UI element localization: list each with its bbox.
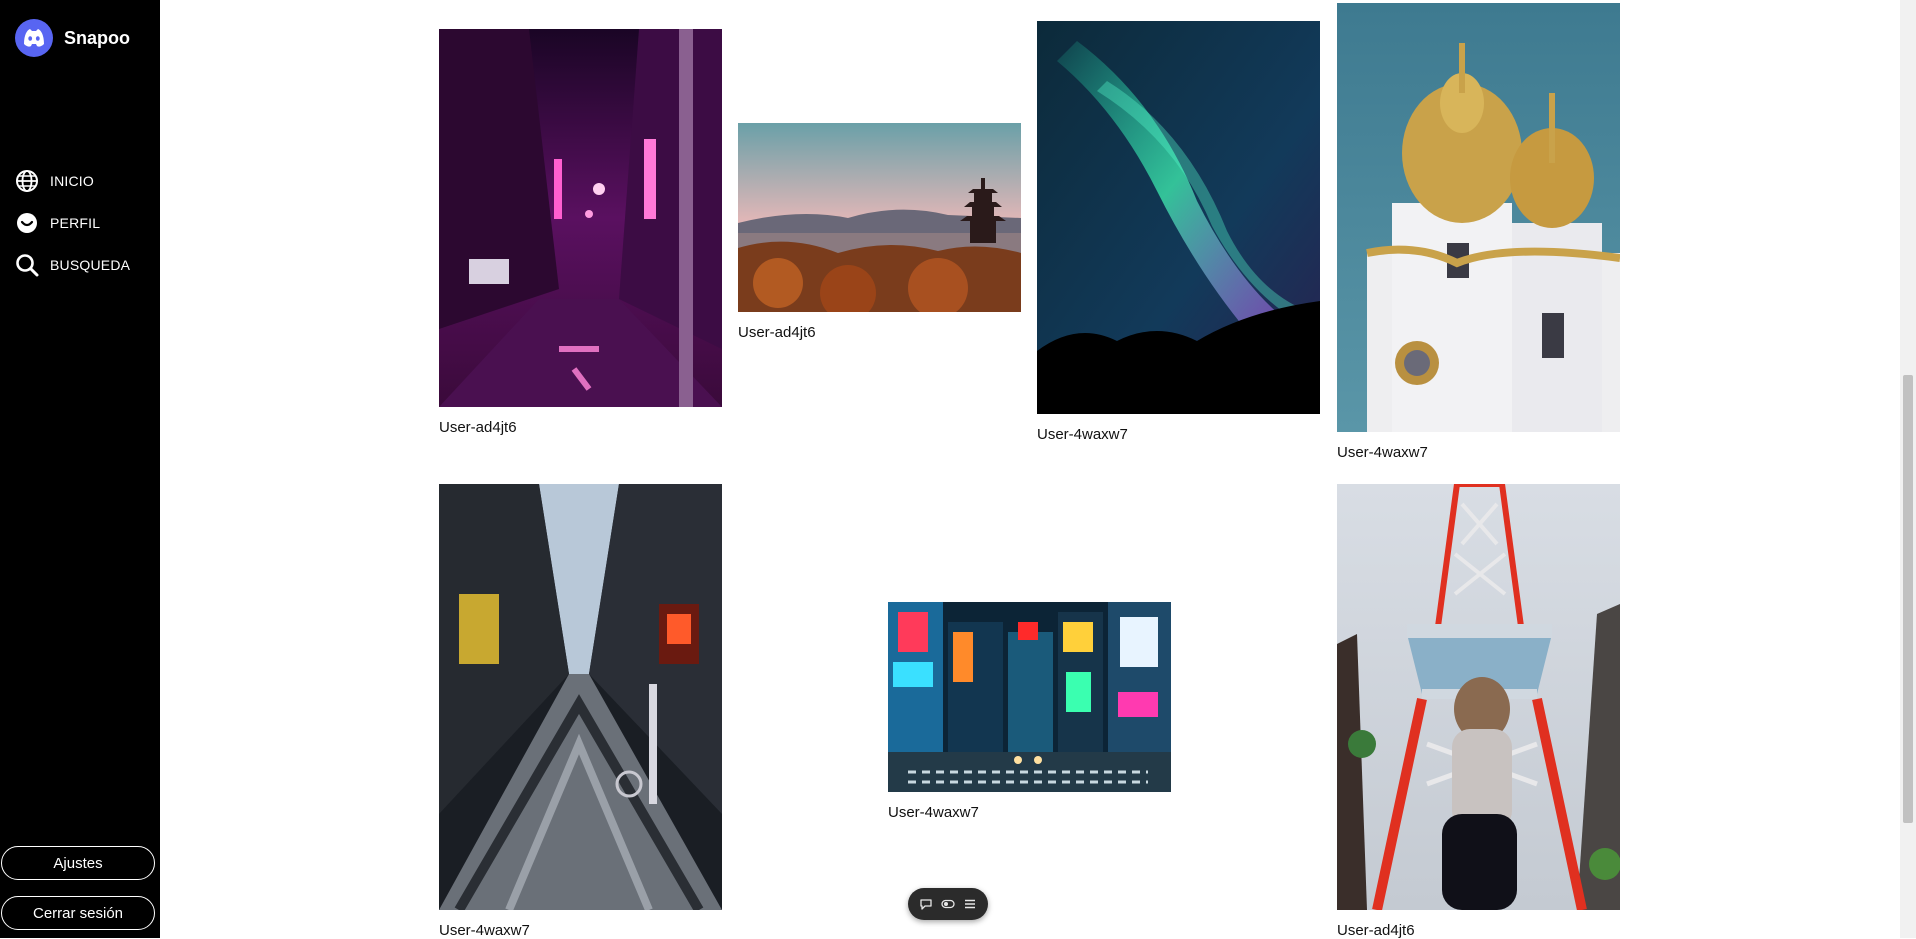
sidebar-item-label: INICIO xyxy=(50,173,94,189)
post-card[interactable]: User-ad4jt6 xyxy=(439,29,722,436)
smiley-icon xyxy=(17,213,37,233)
post-username[interactable]: User-ad4jt6 xyxy=(738,324,1021,341)
sidebar-item-inicio[interactable]: INICIO xyxy=(14,160,130,202)
post-image-golden-church[interactable] xyxy=(1337,3,1620,432)
post-image-city-crossing[interactable] xyxy=(888,602,1171,792)
post-card[interactable]: User-ad4jt6 xyxy=(1337,484,1620,939)
app-name: Snapoo xyxy=(64,27,130,48)
sidebar-nav: INICIO PERFIL BUSQUEDA xyxy=(14,160,130,286)
sidebar: Snapoo INICIO PERFIL BUSQUEDA Ajustes Ce… xyxy=(0,0,160,938)
logout-button[interactable]: Cerrar sesión xyxy=(1,896,155,930)
post-card[interactable]: User-4waxw7 xyxy=(1337,3,1620,461)
post-image-aurora[interactable] xyxy=(1037,21,1320,414)
sidebar-item-label: BUSQUEDA xyxy=(50,257,131,273)
brand[interactable]: Snapoo xyxy=(14,18,130,58)
toggle-icon[interactable] xyxy=(941,897,955,911)
menu-icon[interactable] xyxy=(963,897,977,911)
post-image-arcade[interactable] xyxy=(439,484,722,910)
settings-button[interactable]: Ajustes xyxy=(1,846,155,880)
post-username[interactable]: User-4waxw7 xyxy=(1337,444,1620,461)
post-username[interactable]: User-ad4jt6 xyxy=(439,419,722,436)
post-card[interactable]: User-ad4jt6 xyxy=(738,123,1021,341)
sidebar-item-label: PERFIL xyxy=(50,215,101,231)
post-card[interactable]: User-4waxw7 xyxy=(1037,21,1320,443)
post-image-pagoda-sunset[interactable] xyxy=(738,123,1021,312)
scrollbar[interactable] xyxy=(1900,0,1916,938)
sidebar-item-perfil[interactable]: PERFIL xyxy=(14,202,130,244)
scrollbar-thumb[interactable] xyxy=(1903,375,1913,823)
discord-like-logo-icon xyxy=(15,19,53,57)
post-card[interactable]: User-4waxw7 xyxy=(439,484,722,939)
post-image-neon-street[interactable] xyxy=(439,29,722,407)
search-icon xyxy=(16,254,39,277)
post-card[interactable]: User-4waxw7 xyxy=(888,602,1171,821)
sidebar-item-busqueda[interactable]: BUSQUEDA xyxy=(14,244,130,286)
globe-icon xyxy=(16,170,38,192)
floating-toolbar xyxy=(908,888,988,920)
chat-bubble-icon[interactable] xyxy=(919,897,933,911)
post-username[interactable]: User-4waxw7 xyxy=(439,922,722,939)
post-username[interactable]: User-4waxw7 xyxy=(888,804,1171,821)
post-username[interactable]: User-ad4jt6 xyxy=(1337,922,1620,939)
post-username[interactable]: User-4waxw7 xyxy=(1037,426,1320,443)
post-image-red-tower[interactable] xyxy=(1337,484,1620,910)
